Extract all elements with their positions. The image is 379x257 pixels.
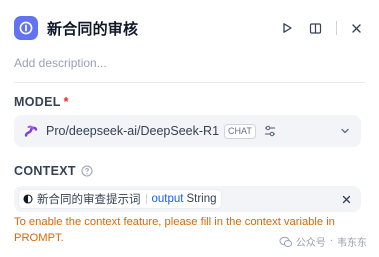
siliconflow-logo-icon <box>24 125 38 137</box>
help-circle-icon[interactable] <box>81 165 93 177</box>
context-variable-field[interactable]: 新合同的审查提示词 output String <box>14 186 361 212</box>
node-half-circle-icon <box>23 194 33 204</box>
variable-name: output <box>151 193 184 205</box>
run-button[interactable] <box>276 17 298 39</box>
watermark-platform: 公众号 <box>295 238 326 249</box>
header-actions <box>276 17 367 39</box>
sliders-icon[interactable] <box>263 124 277 138</box>
section-divider <box>14 82 365 83</box>
description-input[interactable]: Add description... <box>14 56 107 70</box>
variable-source-node: 新合同的审查提示词 <box>37 192 141 206</box>
book-open-icon <box>309 22 321 34</box>
wechat-icon <box>279 236 292 247</box>
model-label: MODEL * <box>14 95 69 109</box>
model-name: Pro/deepseek-ai/DeepSeek-R1 <box>46 124 220 138</box>
close-button[interactable] <box>345 17 367 39</box>
context-label: CONTEXT <box>14 164 93 178</box>
required-mark: * <box>63 95 69 109</box>
toggle-panel-button[interactable] <box>304 17 326 39</box>
close-icon <box>351 23 361 33</box>
chip-divider <box>145 194 147 204</box>
node-title[interactable]: 新合同的审核 <box>47 18 138 39</box>
model-selector[interactable]: Pro/deepseek-ai/DeepSeek-R1 CHAT <box>14 115 361 147</box>
llm-node-icon <box>14 16 38 40</box>
node-header: 新合同的审核 <box>14 14 367 42</box>
variable-type: String <box>186 193 217 205</box>
header-divider <box>336 21 337 35</box>
clear-context-button[interactable] <box>339 192 353 206</box>
chevron-down-icon <box>341 128 349 134</box>
close-icon <box>342 195 350 203</box>
model-mode-badge: CHAT <box>224 123 256 139</box>
watermark-separator: · <box>329 236 333 247</box>
watermark-author: 韦东东 <box>337 238 367 249</box>
context-variable-chip[interactable]: 新合同的审查提示词 output String <box>18 189 222 209</box>
watermark: 公众号 · 韦东东 <box>279 234 367 249</box>
play-icon <box>283 23 292 33</box>
